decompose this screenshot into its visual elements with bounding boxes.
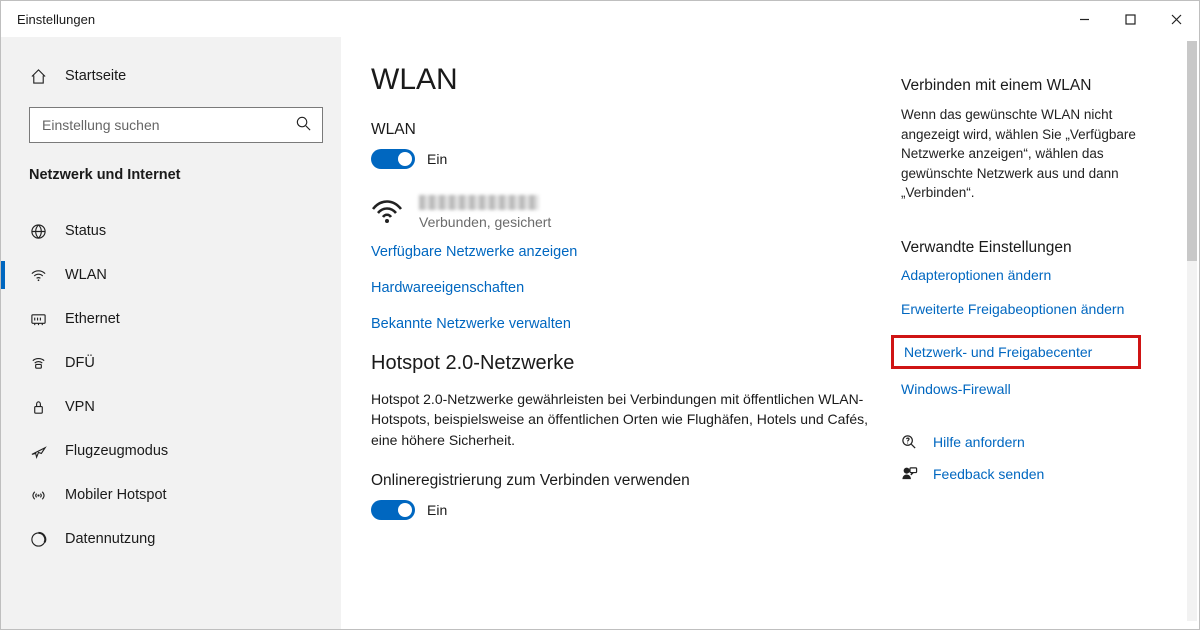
related-pane: Verbinden mit einem WLAN Wenn das gewüns… [901,37,1181,629]
sidebar-item-label: Flugzeugmodus [65,443,168,459]
online-reg-toggle[interactable] [371,500,415,520]
current-network: Verbunden, gesichert [371,195,871,230]
content-area: WLAN WLAN Ein Verbunden, gesichert Verfü… [341,37,901,629]
sidebar-item-label: Status [65,223,106,239]
link-windows-firewall[interactable]: Windows-Firewall [901,381,1161,397]
connect-heading: Verbinden mit einem WLAN [901,77,1161,95]
wlan-toggle-state: Ein [427,151,447,167]
wlan-label: WLAN [371,121,871,139]
sidebar-item-data-usage[interactable]: Datennutzung [1,517,341,561]
scrollbar-thumb[interactable] [1187,41,1197,261]
wlan-toggle[interactable] [371,149,415,169]
search-icon [295,115,312,135]
hotspot20-description: Hotspot 2.0-Netzwerke gewährleisten bei … [371,389,871,450]
sidebar-item-dialup[interactable]: DFÜ [1,341,341,385]
sidebar-nav: Status WLAN Ethernet [1,209,341,561]
maximize-button[interactable] [1107,1,1153,37]
hotspot20-title: Hotspot 2.0-Netzwerke [371,352,871,375]
titlebar: Einstellungen [1,1,1199,37]
search-input[interactable]: Einstellung suchen [29,107,323,143]
link-available-networks[interactable]: Verfügbare Netzwerke anzeigen [371,244,871,260]
searchbox-wrap: Einstellung suchen [1,95,341,155]
sidebar-item-label: Ethernet [65,311,120,327]
sidebar-item-label: Datennutzung [65,531,155,547]
link-network-sharing-center[interactable]: Netzwerk- und Freigabecenter [891,335,1141,369]
network-status: Verbunden, gesichert [419,214,551,230]
network-ssid-redacted [419,195,539,210]
help-icon [901,433,919,451]
sidebar-item-hotspot[interactable]: Mobiler Hotspot [1,473,341,517]
sidebar-item-ethernet[interactable]: Ethernet [1,297,341,341]
sidebar-item-vpn[interactable]: VPN [1,385,341,429]
help-label: Hilfe anfordern [933,434,1025,450]
link-known-networks[interactable]: Bekannte Netzwerke verwalten [371,316,871,332]
airplane-icon [29,442,47,460]
sidebar-item-wlan[interactable]: WLAN [1,253,341,297]
link-adapter-options[interactable]: Adapteroptionen ändern [901,267,1161,283]
sidebar-home-label: Startseite [65,68,126,84]
wifi-signal-icon [371,197,403,225]
main: WLAN WLAN Ein Verbunden, gesichert Verfü… [341,37,1199,629]
help-link[interactable]: Hilfe anfordern [901,433,1161,451]
close-button[interactable] [1153,1,1199,37]
scrollbar-track [1187,41,1197,621]
settings-window: Einstellungen Startseite Einstellung suc… [0,0,1200,630]
feedback-label: Feedback senden [933,466,1044,482]
home-icon [29,67,47,85]
online-reg-toggle-row: Ein [371,500,871,520]
window-title: Einstellungen [17,12,95,27]
page-title: WLAN [371,63,871,97]
feedback-link[interactable]: Feedback senden [901,465,1161,483]
wlan-toggle-row: Ein [371,149,871,169]
sidebar-item-status[interactable]: Status [1,209,341,253]
sidebar-item-label: DFÜ [65,355,95,371]
ethernet-icon [29,310,47,328]
feedback-icon [901,465,919,483]
hotspot-icon [29,486,47,504]
link-advanced-sharing[interactable]: Erweiterte Freigabeoptionen ändern [901,301,1161,317]
related-heading: Verwandte Einstellungen [901,239,1161,257]
globe-icon [29,222,47,240]
sidebar-category: Netzwerk und Internet [1,155,341,195]
minimize-button[interactable] [1061,1,1107,37]
sidebar: Startseite Einstellung suchen Netzwerk u… [1,37,341,629]
online-reg-state: Ein [427,502,447,518]
dialup-icon [29,354,47,372]
link-hardware-properties[interactable]: Hardwareeigenschaften [371,280,871,296]
sidebar-item-airplane[interactable]: Flugzeugmodus [1,429,341,473]
data-usage-icon [29,530,47,548]
window-body: Startseite Einstellung suchen Netzwerk u… [1,37,1199,629]
search-placeholder: Einstellung suchen [42,117,295,133]
sidebar-home[interactable]: Startseite [1,57,341,95]
vpn-icon [29,398,47,416]
scrollbar[interactable] [1187,41,1197,621]
online-reg-label: Onlineregistrierung zum Verbinden verwen… [371,472,871,490]
network-info: Verbunden, gesichert [419,195,551,230]
sidebar-item-label: WLAN [65,267,107,283]
sidebar-item-label: Mobiler Hotspot [65,487,167,503]
sidebar-item-label: VPN [65,399,95,415]
connect-description: Wenn das gewünschte WLAN nicht angezeigt… [901,105,1161,203]
wifi-icon [29,266,47,284]
